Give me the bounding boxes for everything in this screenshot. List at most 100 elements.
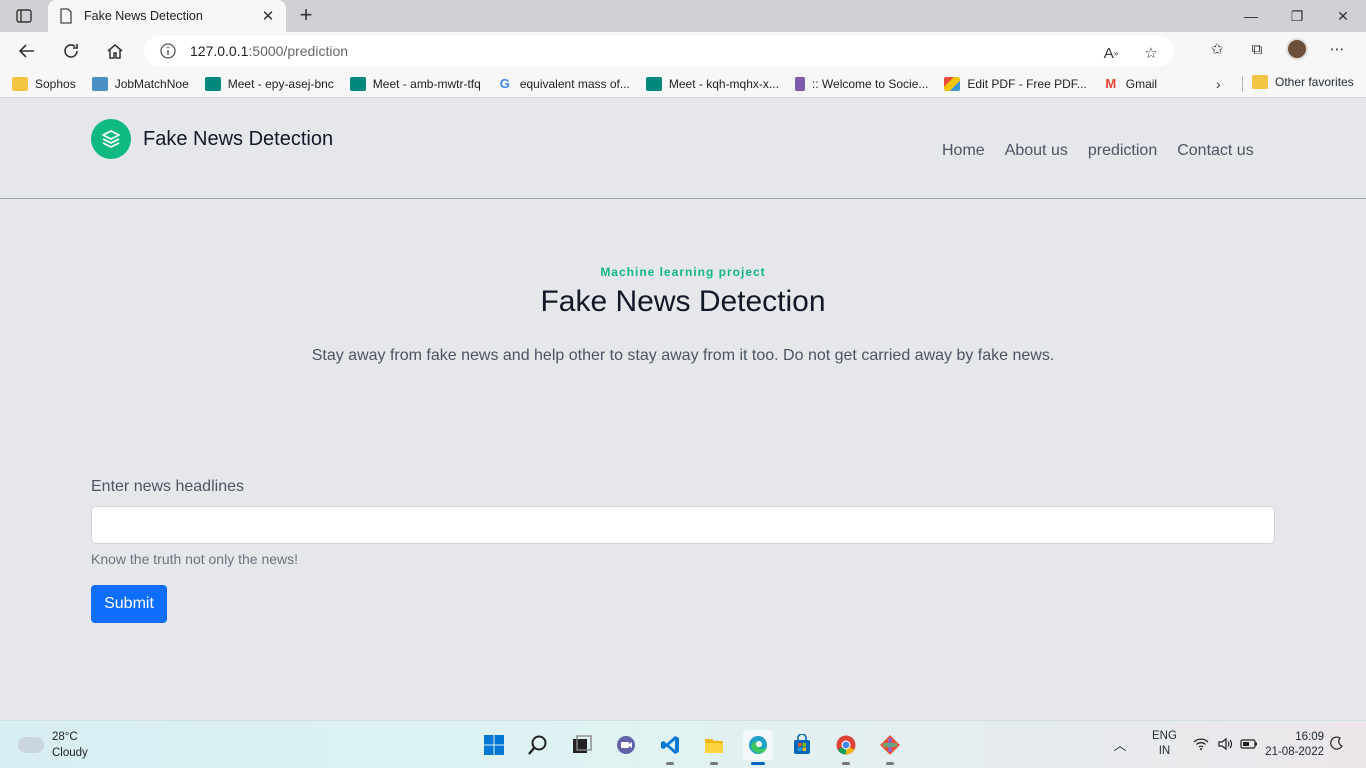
address-bar[interactable]: 127.0.0.1:5000/prediction A» ☆ <box>144 36 1174 66</box>
favorites-icon[interactable]: ✩ <box>1206 38 1228 60</box>
battery-icon[interactable] <box>1239 734 1259 754</box>
weather-widget[interactable]: 28°C Cloudy <box>18 729 88 761</box>
chevron-up-icon[interactable]: ︿ <box>1110 734 1130 754</box>
language-indicator[interactable]: ENG IN <box>1152 729 1177 759</box>
windows-taskbar: 28°C Cloudy ︿ ENG IN 16:09 21-08-2022 <box>0 720 1366 768</box>
maximize-button[interactable]: ❐ <box>1274 0 1320 32</box>
site-header: Fake News Detection Home About us predic… <box>0 99 1366 199</box>
read-aloud-icon[interactable]: A» <box>1100 42 1122 64</box>
new-tab-button[interactable]: + <box>294 4 318 28</box>
refresh-icon[interactable] <box>58 38 84 64</box>
edge-icon[interactable] <box>743 730 773 765</box>
headline-label: Enter news headlines <box>91 478 244 495</box>
meet-icon <box>645 76 662 91</box>
meet-icon <box>349 76 366 91</box>
bookmark-label: Meet - epy-asej-bnc <box>227 76 334 91</box>
home-icon[interactable] <box>102 38 128 64</box>
add-favorite-icon[interactable]: ☆ <box>1140 42 1162 64</box>
headline-input[interactable] <box>91 506 1275 544</box>
volume-icon[interactable] <box>1215 734 1235 754</box>
bookmark-item[interactable]: Meet - amb-mwtr-tfq <box>349 76 481 91</box>
system-clock[interactable]: 16:09 21-08-2022 <box>1262 730 1324 760</box>
gmail-icon: M <box>1105 75 1117 91</box>
info-icon[interactable] <box>160 43 176 59</box>
bookmark-label: Meet - kqh-mqhx-x... <box>668 76 779 91</box>
task-view-icon[interactable] <box>567 730 597 760</box>
bookmark-item[interactable]: Gequivalent mass of... <box>497 76 630 91</box>
url-host: 127.0.0.1 <box>190 43 249 59</box>
vscode-icon[interactable] <box>655 730 685 765</box>
nav-contact-us[interactable]: Contact us <box>1177 142 1253 160</box>
bookmark-item[interactable]: Sophos <box>12 76 76 91</box>
bookmark-item[interactable]: :: Welcome to Socie... <box>794 76 929 91</box>
bookmark-item[interactable]: Edit PDF - Free PDF... <box>944 76 1087 91</box>
bookmark-item[interactable]: Meet - epy-asej-bnc <box>204 76 334 91</box>
bookmark-item[interactable]: Meet - kqh-mqhx-x... <box>645 76 779 91</box>
site-brand[interactable]: Fake News Detection <box>143 128 333 151</box>
git-icon[interactable] <box>875 730 905 765</box>
jobmatch-icon <box>91 76 108 91</box>
minimize-button[interactable]: — <box>1228 0 1274 32</box>
close-tab-icon[interactable]: ✕ <box>260 7 276 25</box>
url-text: 127.0.0.1:5000/prediction <box>190 43 348 59</box>
bookmark-item[interactable]: JobMatchNoe <box>91 76 189 91</box>
profile-avatar[interactable] <box>1286 38 1308 60</box>
weather-temp: 28°C <box>52 731 78 743</box>
running-indicator <box>842 762 850 765</box>
layers-logo-icon[interactable] <box>91 119 131 159</box>
collections-icon[interactable]: ⧉ <box>1246 38 1268 60</box>
bookmark-label: equivalent mass of... <box>519 76 630 91</box>
tab-title: Fake News Detection <box>84 9 203 23</box>
language-code: ENG <box>1152 730 1177 742</box>
bookmark-label: Edit PDF - Free PDF... <box>967 76 1087 91</box>
tab-actions-icon[interactable] <box>10 7 38 25</box>
page-content: Fake News Detection Home About us predic… <box>0 99 1366 720</box>
store-icon[interactable] <box>787 730 817 760</box>
bookmark-label: Sophos <box>35 76 76 91</box>
nav-about-us[interactable]: About us <box>1005 142 1068 160</box>
nav-home[interactable]: Home <box>942 142 985 160</box>
other-favorites[interactable]: Other favorites <box>1252 75 1354 89</box>
bookmarks-bar: Sophos JobMatchNoe Meet - epy-asej-bnc M… <box>0 70 1366 98</box>
bookmark-label: JobMatchNoe <box>114 76 189 91</box>
running-indicator <box>710 762 718 765</box>
building-icon <box>794 76 805 91</box>
close-window-button[interactable]: ✕ <box>1320 0 1366 32</box>
running-indicator <box>751 762 765 765</box>
region-code: IN <box>1158 745 1171 757</box>
browser-tab-strip: Fake News Detection ✕ + — ❐ ✕ <box>0 0 1366 32</box>
window-controls: — ❐ ✕ <box>1228 0 1366 32</box>
windows-start-icon[interactable] <box>479 730 509 760</box>
bookmark-item[interactable]: M Gmail <box>1103 75 1158 91</box>
notification-icon[interactable] <box>1330 736 1344 753</box>
chrome-icon[interactable] <box>831 730 861 765</box>
bookmark-label: Meet - amb-mwtr-tfq <box>372 76 481 91</box>
running-indicator <box>666 762 674 765</box>
running-indicator <box>886 762 894 765</box>
wifi-icon[interactable] <box>1191 734 1211 754</box>
teams-chat-icon[interactable] <box>611 730 641 760</box>
divider <box>1242 76 1243 92</box>
nav-prediction[interactable]: prediction <box>1088 142 1157 160</box>
clock-date: 21-08-2022 <box>1265 746 1324 758</box>
page-icon <box>60 8 72 24</box>
headline-help-text: Know the truth not only the news! <box>91 551 299 567</box>
hero-subtitle: Stay away from fake news and help other … <box>311 347 1055 364</box>
folder-icon <box>12 76 28 91</box>
hero-kicker: Machine learning project <box>600 265 766 279</box>
taskbar-apps <box>472 730 912 765</box>
meet-icon <box>204 76 221 91</box>
more-menu-icon[interactable]: ⋯ <box>1326 38 1348 60</box>
page-title: Fake News Detection <box>540 285 826 318</box>
browser-tab-active[interactable]: Fake News Detection ✕ <box>48 0 286 32</box>
pdf-icon <box>944 76 961 91</box>
file-explorer-icon[interactable] <box>699 730 729 765</box>
submit-button[interactable]: Submit <box>91 585 167 623</box>
chevron-right-icon[interactable]: › <box>1216 76 1221 92</box>
url-path: :5000/prediction <box>248 43 349 59</box>
back-icon[interactable] <box>14 38 40 64</box>
search-icon[interactable] <box>523 730 553 760</box>
bookmark-label: :: Welcome to Socie... <box>811 76 929 91</box>
system-tray: ︿ ENG IN <box>1110 729 1263 759</box>
bookmark-label: Gmail <box>1125 76 1158 91</box>
